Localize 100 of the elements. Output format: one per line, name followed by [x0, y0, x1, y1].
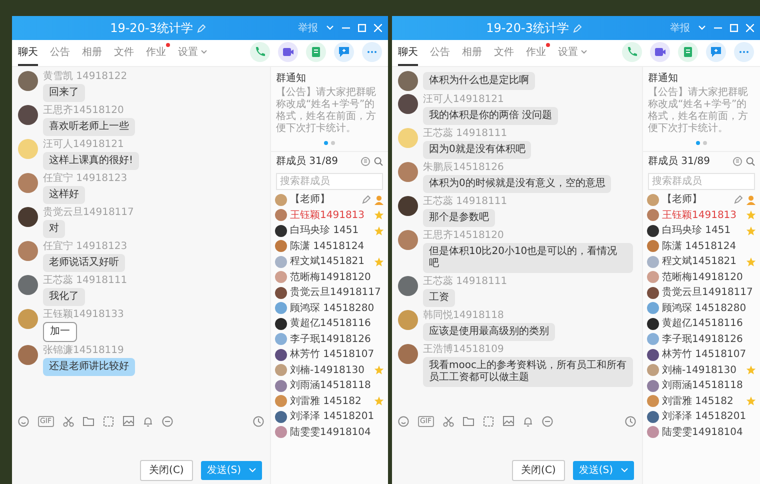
- tab[interactable]: 公告: [50, 39, 70, 66]
- document-icon[interactable]: [306, 42, 326, 62]
- tab[interactable]: 公告: [430, 39, 450, 66]
- avatar: [275, 302, 287, 314]
- close-button[interactable]: 关闭(C): [512, 460, 565, 480]
- member-name[interactable]: 顾鸿琛 14518280: [290, 300, 374, 316]
- member-search-field[interactable]: 搜索群成员: [276, 173, 383, 190]
- minus-circle-icon[interactable]: [162, 416, 173, 426]
- tab[interactable]: 文件: [114, 39, 134, 66]
- image-icon[interactable]: [502, 416, 514, 426]
- bell-icon[interactable]: [522, 416, 533, 426]
- document-icon[interactable]: [678, 42, 698, 62]
- pencil-icon[interactable]: [734, 195, 743, 204]
- image-icon[interactable]: [122, 416, 134, 426]
- folder-icon[interactable]: [82, 416, 94, 426]
- more-icon[interactable]: [734, 42, 754, 62]
- message-bubble: 工资: [423, 289, 455, 307]
- member-name[interactable]: 白玛央珍 1451: [290, 223, 359, 238]
- member-name[interactable]: 李子珉14918126: [662, 332, 743, 347]
- avatar: [18, 275, 38, 295]
- member-name[interactable]: 黄超亿14518116: [662, 316, 743, 332]
- scissors-icon[interactable]: [62, 416, 74, 426]
- folder-icon[interactable]: [462, 416, 474, 426]
- member-name[interactable]: 刘泽泽 14518201: [662, 409, 746, 424]
- video-icon[interactable]: [278, 42, 298, 62]
- carousel-dot[interactable]: [324, 141, 328, 145]
- avatar: [647, 286, 659, 299]
- member-name[interactable]: 贵觉云旦14918117: [662, 285, 753, 300]
- member-name[interactable]: 陈潇 14518124: [290, 238, 364, 254]
- member-name[interactable]: 陆雯雯14918104: [662, 424, 743, 440]
- member-name[interactable]: 【老师】: [662, 192, 702, 208]
- search-icon[interactable]: [374, 157, 383, 166]
- carousel-dot[interactable]: [703, 141, 707, 145]
- member-name[interactable]: 陆雯雯14918104: [290, 424, 371, 440]
- avatar: [647, 209, 659, 222]
- member-name[interactable]: 程文斌1451821: [662, 254, 737, 270]
- tab[interactable]: 设置: [178, 39, 208, 66]
- chat-bubble-icon[interactable]: [706, 42, 726, 62]
- avatar: [18, 105, 38, 125]
- search-icon[interactable]: [746, 157, 755, 166]
- member-name[interactable]: 黄超亿14518116: [290, 316, 371, 332]
- tab[interactable]: 相册: [82, 39, 102, 66]
- member-name[interactable]: 范晰梅14918120: [662, 270, 743, 285]
- scissors-icon[interactable]: [442, 416, 454, 426]
- phone-icon[interactable]: [622, 42, 642, 62]
- close-icon[interactable]: [746, 24, 754, 32]
- carousel-dot[interactable]: [331, 141, 335, 145]
- member-name[interactable]: 刘泽泽 14518201: [290, 409, 374, 424]
- clock-icon[interactable]: [253, 416, 264, 426]
- message-bubble: 我的体积是你的两倍 没问题: [423, 107, 558, 125]
- smiley-icon[interactable]: [18, 416, 29, 426]
- caret-icon[interactable]: [621, 468, 628, 472]
- clock-icon[interactable]: [625, 416, 636, 426]
- tab[interactable]: 设置: [558, 39, 588, 66]
- member-name[interactable]: 刘楠-14918130: [662, 362, 737, 378]
- member-name[interactable]: 范晰梅14918120: [290, 270, 371, 285]
- screenshot-icon[interactable]: [482, 416, 494, 426]
- chat-bubble-icon[interactable]: [334, 42, 354, 62]
- member-name[interactable]: 刘楠-14918130: [290, 362, 365, 378]
- member-name[interactable]: 王钰颖1491813: [662, 208, 737, 223]
- maximize-icon[interactable]: [730, 24, 738, 32]
- member-name[interactable]: 陈潇 14518124: [662, 238, 736, 254]
- member-name[interactable]: 顾鸿琛 14518280: [662, 300, 746, 316]
- tab[interactable]: 文件: [494, 39, 514, 66]
- avatar: [275, 380, 287, 392]
- carousel-dot[interactable]: [696, 141, 700, 145]
- member-name[interactable]: 林芳竹 14518107: [662, 347, 746, 362]
- member-name[interactable]: 李子珉14918126: [290, 332, 371, 347]
- member-name[interactable]: 刘雷雅 145182: [662, 394, 734, 409]
- screenshot-icon[interactable]: [102, 416, 114, 426]
- chevron-down-icon[interactable]: [326, 25, 334, 31]
- member-name[interactable]: 刘雨涵14518118: [290, 378, 371, 394]
- member-search-field[interactable]: 搜索群成员: [648, 173, 755, 190]
- member-name[interactable]: 白玛央珍 1451: [662, 223, 731, 238]
- phone-icon[interactable]: [250, 42, 270, 62]
- close-icon[interactable]: [374, 24, 382, 32]
- smiley-icon[interactable]: [398, 416, 409, 426]
- message-bubble: 回来了: [43, 84, 85, 102]
- avatar: [647, 194, 659, 206]
- avatar: [18, 173, 38, 193]
- member-name[interactable]: 贵觉云旦14918117: [290, 285, 381, 300]
- more-icon[interactable]: [362, 42, 382, 62]
- close-button[interactable]: 关闭(C): [140, 460, 193, 480]
- member-name[interactable]: 程文斌1451821: [290, 254, 365, 270]
- member-name[interactable]: 林芳竹 14518107: [290, 347, 374, 362]
- bell-icon[interactable]: [142, 416, 153, 426]
- member-name[interactable]: 刘雷雅 145182: [290, 394, 362, 409]
- video-icon[interactable]: [650, 42, 670, 62]
- caret-icon[interactable]: [249, 468, 256, 472]
- maximize-icon[interactable]: [358, 24, 366, 32]
- tab[interactable]: 相册: [462, 39, 482, 66]
- member-name[interactable]: 刘雨涵14518118: [662, 378, 743, 394]
- pencil-icon[interactable]: [362, 195, 371, 204]
- avatar: [647, 410, 659, 423]
- minus-circle-icon[interactable]: [542, 416, 553, 426]
- member-name[interactable]: 【老师】: [290, 192, 330, 208]
- sort-icon[interactable]: [733, 157, 742, 166]
- chevron-down-icon[interactable]: [698, 25, 706, 31]
- sort-icon[interactable]: [361, 157, 370, 166]
- member-name[interactable]: 王钰颖1491813: [290, 208, 365, 223]
